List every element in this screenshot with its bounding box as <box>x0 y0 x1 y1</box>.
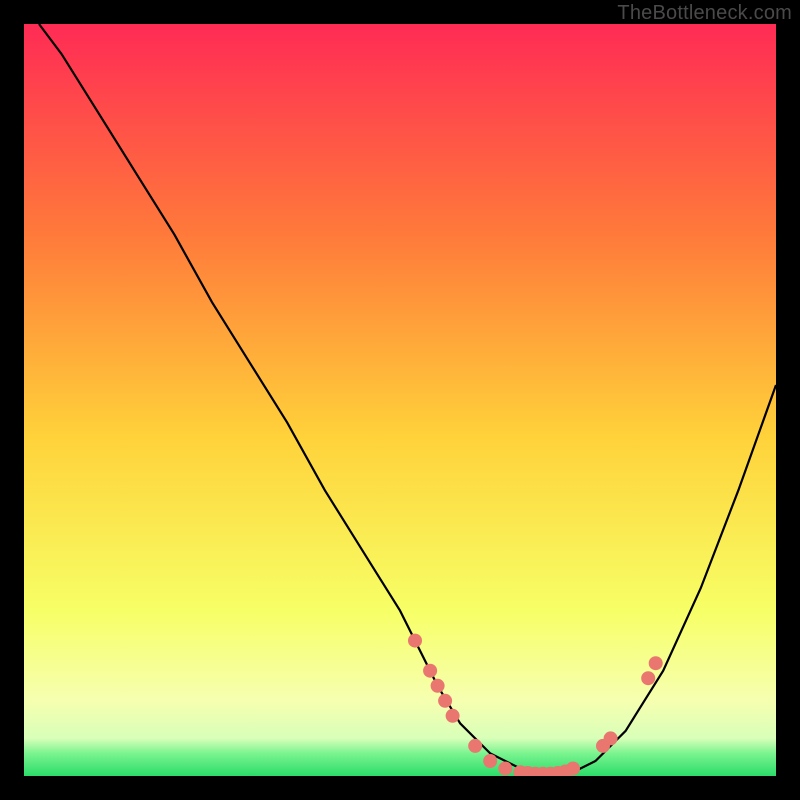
bottleneck-chart <box>24 24 776 776</box>
data-point <box>446 709 460 723</box>
data-point <box>641 671 655 685</box>
gradient-background <box>24 24 776 776</box>
data-point <box>438 694 452 708</box>
data-point <box>408 634 422 648</box>
data-point <box>483 754 497 768</box>
data-point <box>604 731 618 745</box>
attribution-text: TheBottleneck.com <box>617 2 792 25</box>
data-point <box>566 762 580 776</box>
data-point <box>498 762 512 776</box>
data-point <box>431 679 445 693</box>
data-point <box>649 656 663 670</box>
data-point <box>423 664 437 678</box>
data-point <box>468 739 482 753</box>
chart-frame <box>24 24 776 776</box>
